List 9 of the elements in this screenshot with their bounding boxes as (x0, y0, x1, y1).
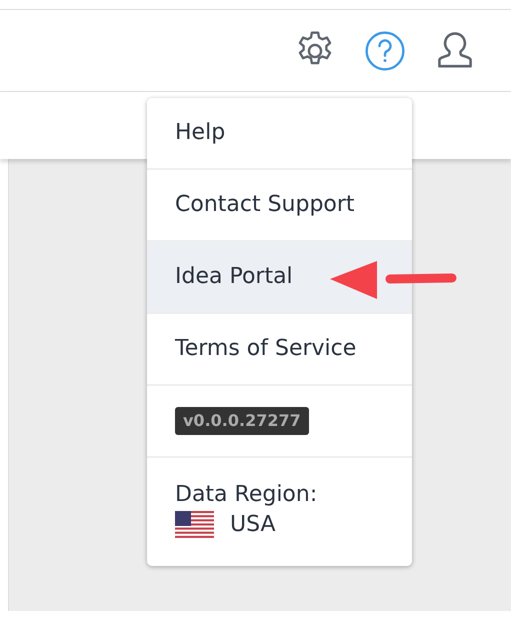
flag-icon (175, 510, 214, 540)
version-label: v0.0.0.27277 (175, 407, 309, 435)
data-region-value: USA (230, 511, 276, 539)
data-region-label: Data Region: (175, 481, 318, 509)
menu-item[interactable]: Idea Portal (147, 242, 412, 314)
menu-item[interactable]: Contact Support (147, 170, 412, 242)
help-icon[interactable] (363, 28, 407, 72)
menu-item[interactable]: Terms of Service (147, 314, 412, 386)
menu-item[interactable]: Help (147, 98, 412, 170)
